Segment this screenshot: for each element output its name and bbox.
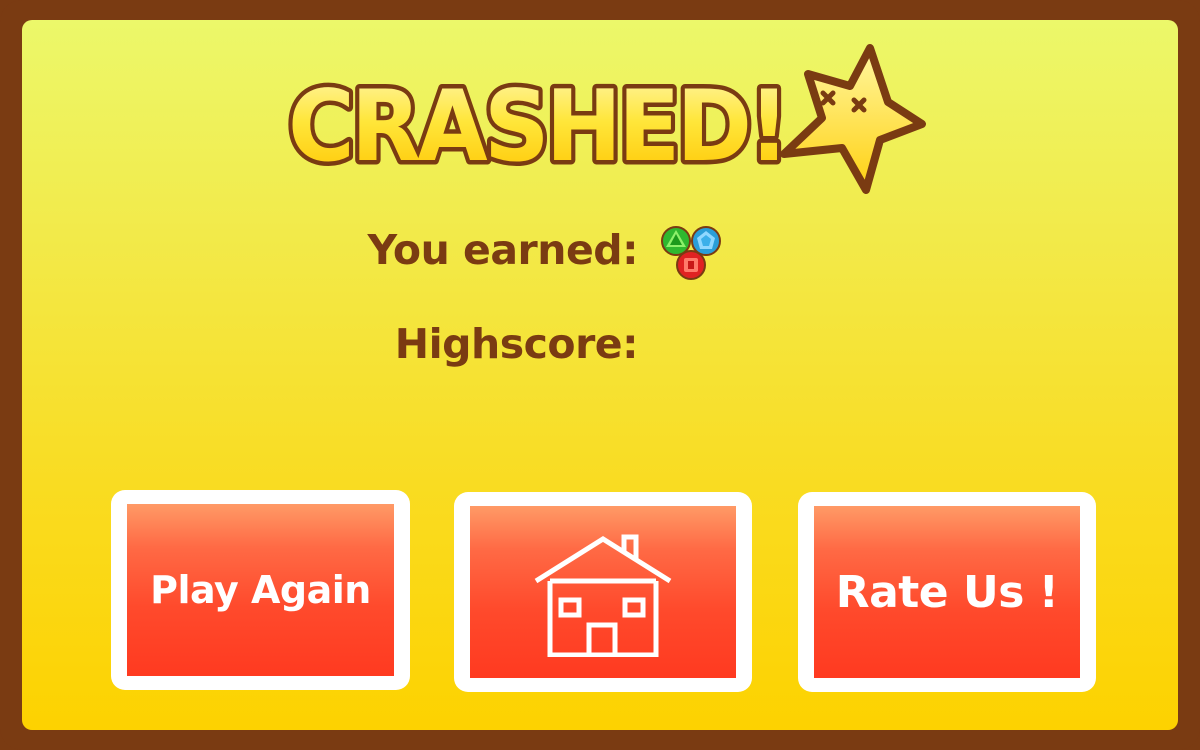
home-button[interactable]	[454, 492, 752, 692]
highscore-label: Highscore:	[394, 320, 639, 368]
green-gem-icon	[661, 226, 691, 256]
home-face	[470, 506, 736, 678]
rate-us-label: Rate Us !	[835, 566, 1059, 618]
house-icon	[534, 534, 672, 657]
title-banner: CRASHED!	[270, 40, 940, 200]
rate-us-button[interactable]: Rate Us !	[798, 492, 1096, 692]
play-again-button[interactable]: Play Again	[111, 490, 410, 690]
blue-gem-icon	[691, 226, 721, 256]
red-gem-icon	[676, 250, 706, 280]
play-again-face: Play Again	[127, 504, 394, 676]
title-text: CRASHED!	[288, 70, 786, 184]
play-again-label: Play Again	[150, 568, 371, 612]
rate-us-face: Rate Us !	[814, 506, 1080, 678]
earned-gems	[661, 226, 721, 280]
dizzy-star-icon	[780, 44, 926, 194]
earned-label: You earned:	[367, 226, 639, 274]
game-over-dialog: CRASHED! You earned: Highscore: Play Aga…	[0, 0, 1200, 750]
title-graphic: CRASHED!	[284, 44, 926, 194]
